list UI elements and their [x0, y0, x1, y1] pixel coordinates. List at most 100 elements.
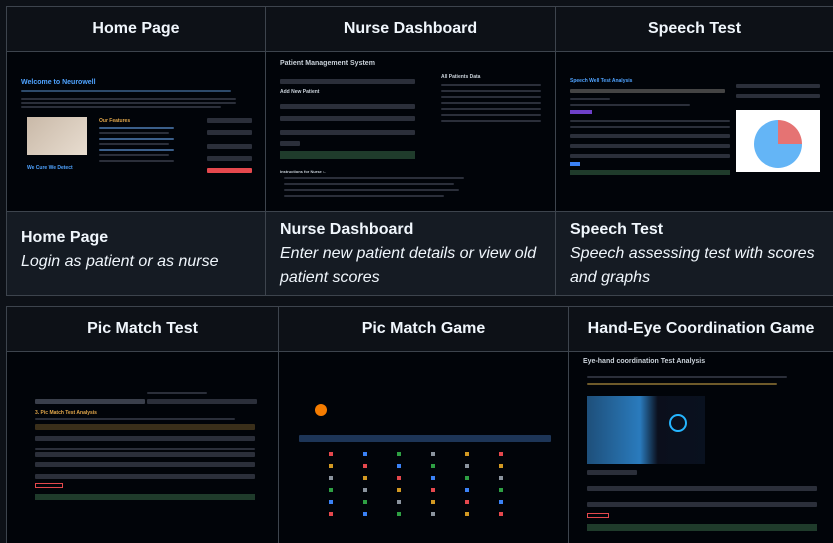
pic-match-card[interactable]	[363, 464, 367, 468]
patient-name-field[interactable]	[280, 104, 415, 109]
pic-match-card[interactable]	[499, 488, 503, 492]
pic-match-card[interactable]	[465, 476, 469, 480]
pic-match-start-button[interactable]	[35, 436, 255, 441]
login-button[interactable]	[207, 168, 252, 173]
speech-test-screenshot: Speech Well Test Analysis	[555, 51, 833, 212]
hand-eye-photo	[587, 396, 705, 464]
add-patient-button[interactable]	[280, 141, 300, 146]
pic-match-card[interactable]	[329, 476, 333, 480]
hand-eye-name-field[interactable]	[587, 486, 817, 491]
header-home-page: Home Page	[6, 6, 266, 52]
hand-eye-score-field[interactable]	[587, 502, 817, 507]
nurse-add-title: Add New Patient	[280, 89, 320, 95]
pic-match-card[interactable]	[431, 476, 435, 480]
pic-match-card[interactable]	[363, 476, 367, 480]
pic-match-card[interactable]	[397, 500, 401, 504]
orange-icon	[315, 404, 327, 416]
pic-match-game-header-bar	[299, 435, 551, 442]
pic-match-card[interactable]	[397, 488, 401, 492]
pic-match-card[interactable]	[431, 488, 435, 492]
nurse-all-data-title: All Patients Data	[441, 74, 481, 80]
hand-eye-submit-button[interactable]	[587, 513, 609, 518]
pic-match-card[interactable]	[499, 452, 503, 456]
success-banner	[280, 151, 415, 159]
home-page-description: Home Page Login as patient or as nurse	[6, 211, 266, 296]
pic-match-card[interactable]	[499, 464, 503, 468]
pic-match-card[interactable]	[465, 452, 469, 456]
pic-match-card[interactable]	[431, 512, 435, 516]
pic-match-card[interactable]	[329, 452, 333, 456]
desc-subtitle-nurse: Enter new patient details or view old pa…	[280, 245, 537, 286]
pic-match-submit-button[interactable]	[35, 483, 63, 488]
pic-match-success-banner	[35, 494, 255, 500]
pic-match-card[interactable]	[397, 464, 401, 468]
speech-test-description: Speech Test Speech assessing test with s…	[555, 211, 833, 296]
home-cure-text: We Cure We Detect	[27, 165, 73, 171]
user-type-select[interactable]	[207, 118, 252, 123]
username-field[interactable]	[207, 144, 252, 149]
pic-match-card[interactable]	[465, 500, 469, 504]
pic-match-age-field[interactable]	[35, 462, 255, 467]
speech-dropdown[interactable]	[736, 84, 820, 88]
desc-title-home: Home Page	[21, 229, 109, 246]
home-features-title: Our Features	[99, 118, 131, 124]
desc-subtitle-home: Login as patient or as nurse	[21, 253, 219, 270]
pic-match-card[interactable]	[431, 500, 435, 504]
hand-eye-success-banner	[587, 524, 817, 531]
home-welcome-title: Welcome to Neurowell	[21, 79, 96, 86]
pic-match-card[interactable]	[431, 452, 435, 456]
speech-record-button[interactable]	[570, 110, 592, 114]
pic-match-card[interactable]	[465, 512, 469, 516]
nurse-dashboard-screenshot: Patient Management System Add New Patien…	[265, 51, 556, 212]
speech-submit-button[interactable]	[570, 162, 580, 166]
nurse-select[interactable]	[207, 130, 252, 135]
pic-match-card[interactable]	[329, 500, 333, 504]
pic-match-card[interactable]	[499, 512, 503, 516]
nurse-dashboard-description: Nurse Dashboard Enter new patient detail…	[265, 211, 556, 296]
nurse-title: Patient Management System	[280, 60, 375, 67]
hand-eye-screenshot: Eye-hand coordination Test Analysis	[568, 351, 833, 543]
pic-match-card[interactable]	[363, 500, 367, 504]
patient-age-field[interactable]	[280, 116, 415, 121]
hand-eye-start-button[interactable]	[587, 470, 637, 475]
desc-title-nurse: Nurse Dashboard	[280, 221, 414, 238]
pic-match-card-grid[interactable]	[329, 452, 529, 532]
pic-match-card[interactable]	[465, 464, 469, 468]
screenshot-table-row-2: Pic Match Test Pic Match Game Hand-Eye C…	[6, 306, 833, 543]
pic-match-card[interactable]	[363, 452, 367, 456]
pic-match-title: 3. Pic Match Test Analysis	[35, 410, 97, 416]
pic-match-card[interactable]	[499, 500, 503, 504]
desc-subtitle-speech: Speech assessing test with scores and gr…	[570, 245, 815, 286]
pic-match-card[interactable]	[397, 476, 401, 480]
pic-match-card[interactable]	[465, 488, 469, 492]
header-hand-eye-game: Hand-Eye Coordination Game	[568, 306, 833, 352]
pic-match-card[interactable]	[363, 512, 367, 516]
gender-select[interactable]	[280, 130, 415, 135]
pic-match-card[interactable]	[329, 488, 333, 492]
header-speech-test: Speech Test	[555, 6, 833, 52]
pic-match-test-screenshot: 3. Pic Match Test Analysis	[6, 351, 279, 543]
desc-title-speech: Speech Test	[570, 221, 664, 238]
screenshot-table-row-1: Home Page Nurse Dashboard Speech Test We…	[6, 6, 833, 296]
nurse-select-box[interactable]	[280, 79, 415, 84]
speech-title: Speech Well Test Analysis	[570, 78, 633, 84]
hand-eye-title: Eye-hand coordination Test Analysis	[583, 358, 706, 365]
pic-match-card[interactable]	[397, 512, 401, 516]
pic-match-score-field[interactable]	[35, 474, 255, 479]
pic-match-card[interactable]	[397, 452, 401, 456]
pic-match-card[interactable]	[499, 476, 503, 480]
pic-match-card[interactable]	[363, 488, 367, 492]
pic-match-card[interactable]	[329, 512, 333, 516]
pic-match-name-field[interactable]	[35, 452, 255, 457]
password-field[interactable]	[207, 156, 252, 161]
pic-match-card[interactable]	[431, 464, 435, 468]
nurse-instructions-title: Instructions for Nurse :-	[280, 169, 326, 174]
speech-success-banner	[570, 170, 730, 175]
header-nurse-dashboard: Nurse Dashboard	[265, 6, 556, 52]
pic-match-game-screenshot	[278, 351, 569, 543]
pic-match-card[interactable]	[329, 464, 333, 468]
header-pic-match-test: Pic Match Test	[6, 306, 279, 352]
patient-photo	[27, 117, 87, 155]
header-pic-match-game: Pic Match Game	[278, 306, 569, 352]
speech-pie-chart	[736, 110, 820, 172]
